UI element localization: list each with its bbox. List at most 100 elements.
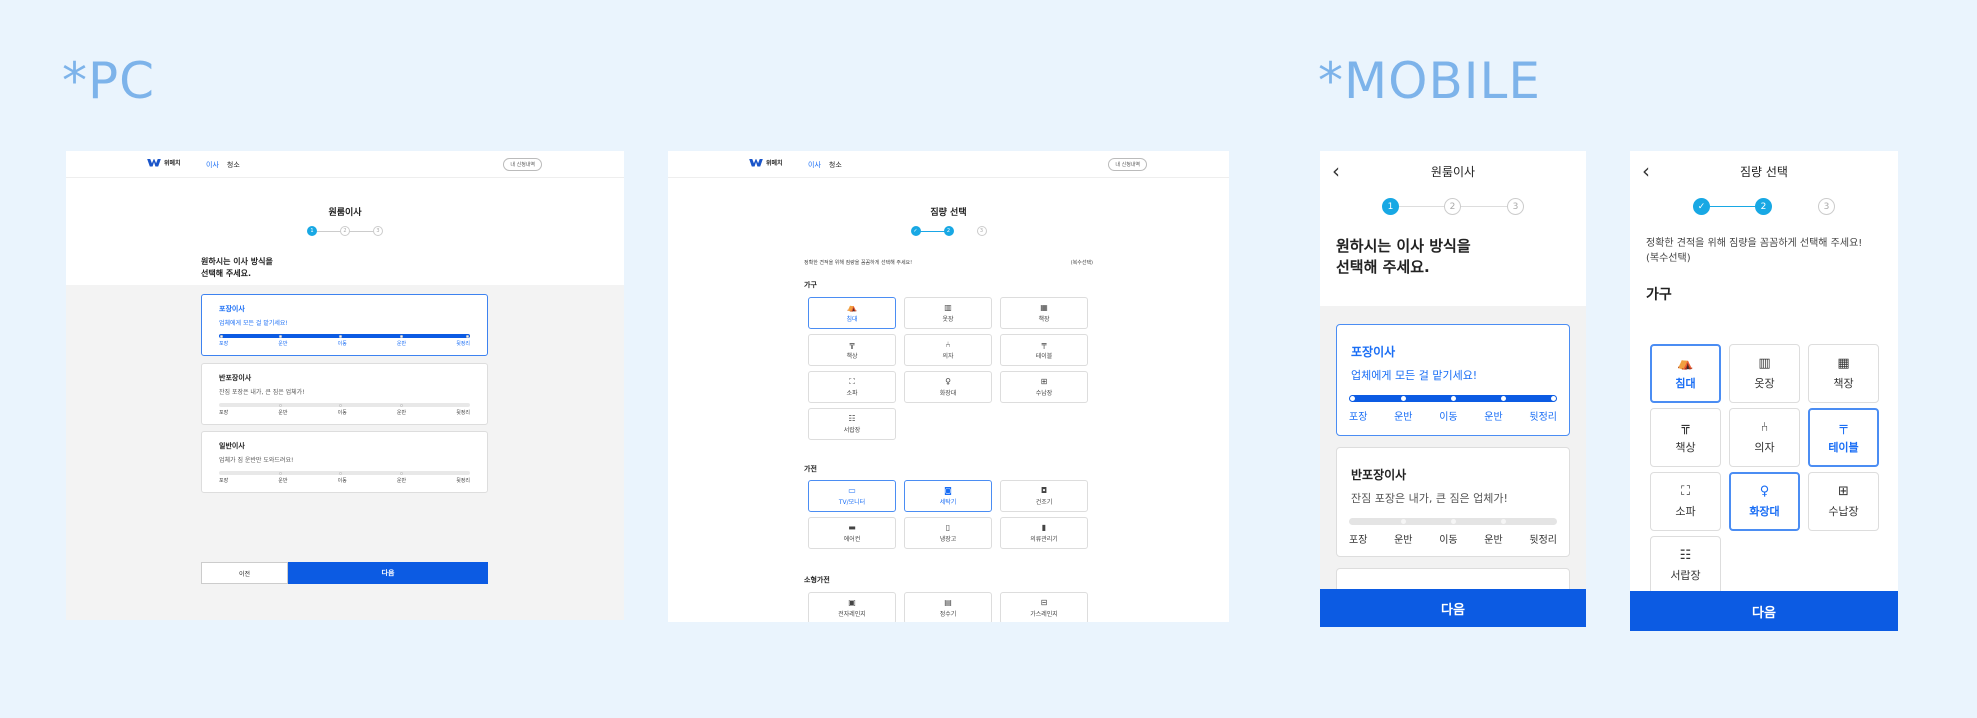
option-subtitle: 업체에게 모든 걸 맡기세요! (1351, 369, 1478, 382)
item-chair[interactable]: ⑃ 의자 (1729, 408, 1800, 467)
item-washer[interactable]: ◙ 세탁기 (904, 480, 992, 512)
drawer-icon: ☷ (1679, 547, 1692, 563)
brand-name: 위메치 (164, 160, 181, 167)
item-label: 수납장 (1035, 389, 1053, 397)
item-label: 책상 (846, 352, 858, 360)
stage-label: 이동 (337, 410, 347, 416)
option-subtitle: 잔짐 포장은 내가, 큰 짐은 업체가! (219, 389, 305, 396)
option-title: 반포장이사 (219, 374, 252, 382)
option-title: 일반이사 (219, 442, 245, 450)
item-label: 테이블 (1035, 352, 1053, 360)
option-progress (1349, 395, 1557, 402)
item-drawer[interactable]: ☷ 서랍장 (1650, 536, 1721, 595)
item-drawer[interactable]: ☷ 서랍장 (808, 408, 896, 440)
option-progress (219, 334, 470, 338)
option-subtitle: 업체에게 모든 걸 맡기세요! (219, 320, 288, 327)
my-requests-button[interactable]: 내 신청내역 (1108, 158, 1147, 171)
step-indicator: ✓ 2 3 (907, 226, 991, 238)
option-card-half-packing[interactable]: 반포장이사 잔짐 포장은 내가, 큰 짐은 업체가! 포장 운반 이동 운반 뒷정리 (1336, 447, 1570, 557)
item-vanity[interactable]: ♀ 화장대 (1729, 472, 1800, 531)
clothes-care-icon: ▮ (1041, 522, 1047, 532)
nav-link-cleaning[interactable]: 청소 (829, 160, 842, 170)
option-card-general[interactable]: 일반이사 업체가 짐 운반만 도와드려요! 포장 운반 이동 운반 뒷정리 (201, 431, 488, 493)
logo-icon (749, 158, 763, 167)
item-gas-range[interactable]: ⊟ 가스레인지 (1000, 592, 1088, 622)
stage-label: 운반 (396, 478, 407, 484)
back-chevron-icon[interactable]: ‹ (1332, 159, 1340, 183)
brand-name: 위메치 (766, 160, 783, 167)
item-bed[interactable]: ⛺ 침대 (1650, 344, 1721, 403)
item-bookshelf[interactable]: ▦ 책장 (1000, 297, 1088, 329)
item-label: 의자 (942, 352, 954, 360)
vanity-icon: ♀ (945, 376, 951, 386)
nav-link-move[interactable]: 이사 (808, 160, 821, 170)
pc-section-label: *PC (62, 52, 156, 110)
item-sofa[interactable]: ⛶ 소파 (1650, 472, 1721, 531)
category-small-appliances: 소형가전 (804, 576, 830, 584)
next-button[interactable]: 다음 (288, 562, 488, 584)
stage-label: 이동 (1439, 535, 1458, 546)
question-line-2: 선택해 주세요. (201, 269, 251, 278)
item-cabinet[interactable]: ⊞ 수납장 (1000, 371, 1088, 403)
item-water-purifier[interactable]: ▤ 정수기 (904, 592, 992, 622)
prev-button[interactable]: 이전 (201, 562, 288, 584)
option-subtitle: 잔짐 포장은 내가, 큰 짐은 업체가! (1351, 492, 1508, 505)
option-subtitle: 업체가 짐 운반만 도와드려요! (219, 457, 294, 464)
nav-link-move[interactable]: 이사 (206, 160, 219, 170)
stage-label: 포장 (219, 341, 229, 347)
stage-label: 운반 (396, 341, 407, 347)
item-table[interactable]: ╤ 테이블 (1000, 334, 1088, 366)
category-furniture: 가구 (1646, 287, 1672, 303)
option-progress (219, 471, 470, 475)
item-cabinet[interactable]: ⊞ 수납장 (1808, 472, 1879, 531)
item-label: 책상 (1675, 440, 1696, 454)
item-fridge[interactable]: ▯ 냉장고 (904, 517, 992, 549)
item-sofa[interactable]: ⛶ 소파 (808, 371, 896, 403)
step-3: 3 (373, 226, 383, 236)
item-vanity[interactable]: ♀ 화장대 (904, 371, 992, 403)
brand-logo[interactable]: 위메치 (749, 158, 783, 167)
item-tv[interactable]: ▭ TV/모니터 (808, 480, 896, 512)
aircon-icon: ▬ (848, 522, 856, 532)
step-2: 2 (340, 226, 350, 236)
stage-label: 뒷정리 (1529, 412, 1557, 423)
stage-label: 운반 (1484, 412, 1503, 423)
item-desk[interactable]: ╦ 책상 (808, 334, 896, 366)
mobile-item-select-screen: ‹ 짐량 선택 ✓ 2 3 정확한 견적을 위해 짐량을 꼼꼼하게 선택해 주세… (1630, 151, 1898, 631)
my-requests-button[interactable]: 내 신청내역 (503, 158, 542, 171)
stage-label: 뒷정리 (456, 341, 470, 347)
back-chevron-icon[interactable]: ‹ (1642, 159, 1650, 183)
item-aircon[interactable]: ▬ 에어컨 (808, 517, 896, 549)
stage-label: 이동 (337, 478, 347, 484)
item-microwave[interactable]: ▣ 전자레인지 (808, 592, 896, 622)
item-label: 책장 (1833, 376, 1854, 390)
page-title: 짐량 선택 (1740, 165, 1788, 179)
brand-logo[interactable]: 위메치 (147, 158, 181, 167)
option-card-full-packing[interactable]: 포장이사 업체에게 모든 걸 맡기세요! 포장 운반 이동 운반 뒷정리 (1336, 324, 1570, 436)
item-dryer[interactable]: ◘ 건조기 (1000, 480, 1088, 512)
next-button[interactable]: 다음 (1630, 591, 1898, 631)
stage-label: 뒷정리 (456, 410, 470, 416)
option-card-full-packing[interactable]: 포장이사 업체에게 모든 걸 맡기세요! 포장 운반 이동 운반 뒷정리 (201, 294, 488, 356)
item-wardrobe[interactable]: ▥ 옷장 (1729, 344, 1800, 403)
item-bookshelf[interactable]: ▦ 책장 (1808, 344, 1879, 403)
dryer-icon: ◘ (1040, 485, 1048, 495)
item-wardrobe[interactable]: ▥ 옷장 (904, 297, 992, 329)
mobile-header: ‹ 짐량 선택 (1630, 151, 1898, 191)
category-appliances: 가전 (804, 465, 817, 473)
item-desk[interactable]: ╦ 책상 (1650, 408, 1721, 467)
next-button[interactable]: 다음 (1320, 589, 1586, 627)
nav-link-cleaning[interactable]: 청소 (227, 160, 240, 170)
item-label: 소파 (846, 389, 858, 397)
mobile-header: ‹ 원룸이사 (1320, 151, 1586, 191)
step-indicator: 1 2 3 (1382, 198, 1524, 216)
item-chair[interactable]: ⑃ 의자 (904, 334, 992, 366)
question-line-2: 선택해 주세요. (1336, 258, 1430, 276)
desk-icon: ╦ (849, 339, 855, 349)
item-bed[interactable]: ⛺ 침대 (808, 297, 896, 329)
item-table[interactable]: ╤ 테이블 (1808, 408, 1879, 467)
furniture-grid: ⛺ 침대 ▥ 옷장 ▦ 책장 ╦ 책상 ⑃ 의자 ╤ 테이블 ⛶ 소파 ♀ 화장대 ⊞ 수납장 ☷… (1650, 344, 1879, 595)
step-2: 2 (1444, 198, 1461, 215)
item-clothes-care[interactable]: ▮ 의류관리기 (1000, 517, 1088, 549)
option-card-half-packing[interactable]: 반포장이사 잔짐 포장은 내가, 큰 짐은 업체가! 포장 운반 이동 운반 뒷정리 (201, 363, 488, 425)
